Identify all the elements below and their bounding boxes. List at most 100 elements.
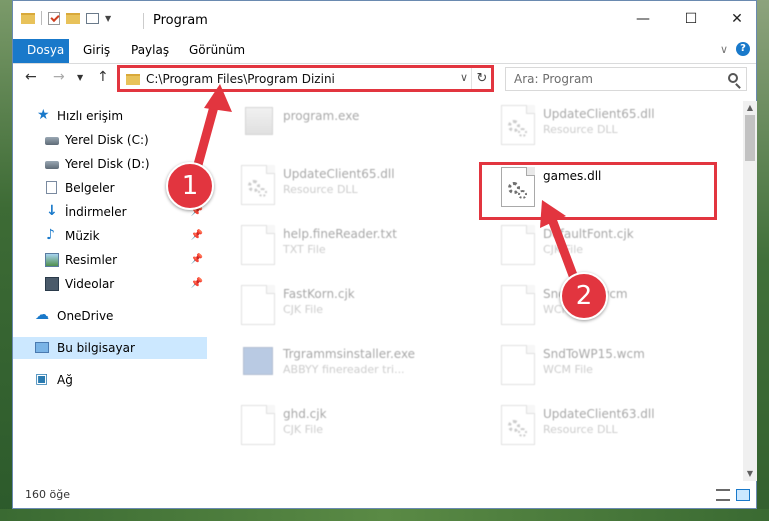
file-icon <box>501 285 535 325</box>
desktop-background-right <box>757 0 769 521</box>
file-item[interactable]: UpdateClient63.dll Resource DLL <box>481 401 721 445</box>
file-name: UpdateClient65.dll <box>543 107 655 121</box>
large-icons-view-icon[interactable] <box>736 489 750 501</box>
minimize-button[interactable]: — <box>633 9 653 29</box>
folder-icon[interactable] <box>21 12 35 24</box>
tab-home[interactable]: Giriş <box>73 39 120 63</box>
games-dll-highlight-frame <box>479 162 717 220</box>
dll-file-icon <box>501 105 535 145</box>
tab-view[interactable]: Görünüm <box>179 39 255 63</box>
text-file-icon <box>241 225 275 265</box>
file-list: program.exe UpdateClient65.dll Resource … <box>221 101 741 473</box>
tab-file[interactable]: Dosya <box>13 39 69 63</box>
file-icon <box>241 285 275 325</box>
file-icon <box>501 225 535 265</box>
scroll-up-arrow-icon[interactable]: ▲ <box>743 101 757 115</box>
scroll-down-arrow-icon[interactable]: ▼ <box>743 467 757 481</box>
file-item[interactable]: DefaultFont.cjk CJK File <box>481 221 721 265</box>
sidebar-item-label: Yerel Disk (D:) <box>65 157 150 171</box>
file-name: help.fineReader.txt <box>283 227 397 241</box>
sidebar-item-quick-access[interactable]: ★ Hızlı erişim <box>13 105 207 127</box>
file-icon <box>501 345 535 385</box>
sidebar-item-videos[interactable]: Videolar 📌 <box>13 273 207 295</box>
properties-check-icon[interactable] <box>48 11 60 25</box>
hard-drive-icon <box>45 161 59 169</box>
file-type: CJK File <box>283 303 324 316</box>
search-icon[interactable] <box>728 73 738 83</box>
file-item[interactable]: FastKorn.cjk CJK File <box>221 281 461 325</box>
sidebar-item-onedrive[interactable]: ☁ OneDrive <box>13 305 207 327</box>
forward-arrow-icon[interactable]: → <box>53 69 65 85</box>
document-icon <box>46 181 57 194</box>
sidebar-item-label: OneDrive <box>57 309 114 323</box>
file-name: SndToWP15.wcm <box>543 347 645 361</box>
file-item[interactable]: UpdateClient65.dll Resource DLL <box>481 101 721 145</box>
sidebar-item-this-pc[interactable]: Bu bilgisayar <box>13 337 207 359</box>
file-type: CJK File <box>283 423 324 436</box>
separator <box>41 11 42 25</box>
tab-share[interactable]: Paylaş <box>121 39 179 63</box>
address-row: ← → ▼ ↑ C:\Program Files\Program Dizini … <box>13 63 756 95</box>
file-type: Resource DLL <box>543 423 618 436</box>
sidebar-item-music[interactable]: ♪ Müzik 📌 <box>13 225 207 247</box>
sidebar-item-pictures[interactable]: Resimler 📌 <box>13 249 207 271</box>
pin-icon[interactable]: 📌 <box>191 273 203 295</box>
customize-toolbar-chevron-icon[interactable]: ▼ <box>105 14 111 23</box>
sidebar-item-network[interactable]: ▣ Ağ <box>13 369 207 391</box>
dll-file-icon <box>241 165 275 205</box>
up-arrow-icon[interactable]: ↑ <box>97 69 109 85</box>
file-type: WCM File <box>543 363 593 376</box>
sidebar-item-label: İndirmeler <box>65 205 127 219</box>
file-item[interactable]: ghd.cjk CJK File <box>221 401 461 445</box>
search-placeholder: Ara: Program <box>514 72 593 86</box>
desktop-background-bottom <box>0 509 769 521</box>
sidebar-item-label: Videolar <box>65 277 115 291</box>
rename-icon[interactable] <box>86 12 99 24</box>
scrollbar-thumb[interactable] <box>745 115 755 161</box>
cloud-icon: ☁ <box>35 307 49 323</box>
new-folder-icon[interactable] <box>66 12 80 24</box>
ribbon-right-controls: ∨ ? <box>720 42 750 56</box>
back-arrow-icon[interactable]: ← <box>25 69 37 85</box>
maximize-button[interactable]: ☐ <box>681 9 701 29</box>
expand-ribbon-chevron-icon[interactable]: ∨ <box>720 43 728 56</box>
search-input[interactable]: Ara: Program <box>505 67 747 91</box>
pin-icon[interactable]: 📌 <box>191 249 203 271</box>
file-item[interactable]: SndToWP15.wcm WCM File <box>481 341 721 385</box>
installer-icon <box>243 347 273 375</box>
help-icon[interactable]: ? <box>736 42 750 56</box>
window-title: Program <box>153 13 208 28</box>
vertical-scrollbar[interactable]: ▲ ▼ <box>743 101 757 481</box>
ribbon-tabs: Dosya Giriş Paylaş Görünüm ∨ ? <box>13 39 756 64</box>
pin-icon[interactable]: 📌 <box>191 225 203 247</box>
status-bar: 160 öğe <box>13 482 756 509</box>
file-icon <box>241 405 275 445</box>
item-count: 160 öğe <box>25 488 70 501</box>
file-name: Trgrammsinstaller.exe <box>283 347 416 361</box>
sidebar-item-label: Bu bilgisayar <box>57 341 135 355</box>
recent-locations-chevron-icon[interactable]: ▼ <box>77 73 83 82</box>
step-badge-1: 1 <box>166 162 214 210</box>
file-item[interactable]: Trgrammsinstaller.exe ABBYY finereader t… <box>221 341 461 385</box>
title-separator <box>143 13 144 29</box>
file-name: FastKorn.cjk <box>283 287 355 301</box>
file-type: Resource DLL <box>283 183 358 196</box>
explorer-window: ▼ Program — ☐ ✕ Dosya Giriş Paylaş Görün… <box>12 0 757 509</box>
music-note-icon: ♪ <box>46 227 55 243</box>
title-bar: ▼ Program — ☐ ✕ <box>13 1 756 39</box>
file-name: program.exe <box>283 109 360 123</box>
hard-drive-icon <box>45 137 59 145</box>
download-arrow-icon: ↓ <box>46 203 58 219</box>
quick-access-toolbar: ▼ <box>21 11 111 25</box>
file-item[interactable]: help.fineReader.txt TXT File <box>221 221 461 265</box>
computer-icon <box>35 342 49 353</box>
file-item[interactable]: program.exe <box>221 101 461 145</box>
details-view-icon[interactable] <box>716 489 730 501</box>
desktop-background-left <box>0 0 12 521</box>
close-button[interactable]: ✕ <box>727 9 747 29</box>
file-name: ghd.cjk <box>283 407 327 421</box>
sidebar-item-disk-c[interactable]: Yerel Disk (C:) <box>13 129 207 151</box>
exe-file-icon <box>245 107 273 135</box>
file-item[interactable]: UpdateClient65.dll Resource DLL <box>221 161 461 205</box>
sidebar-item-label: Müzik <box>65 229 100 243</box>
